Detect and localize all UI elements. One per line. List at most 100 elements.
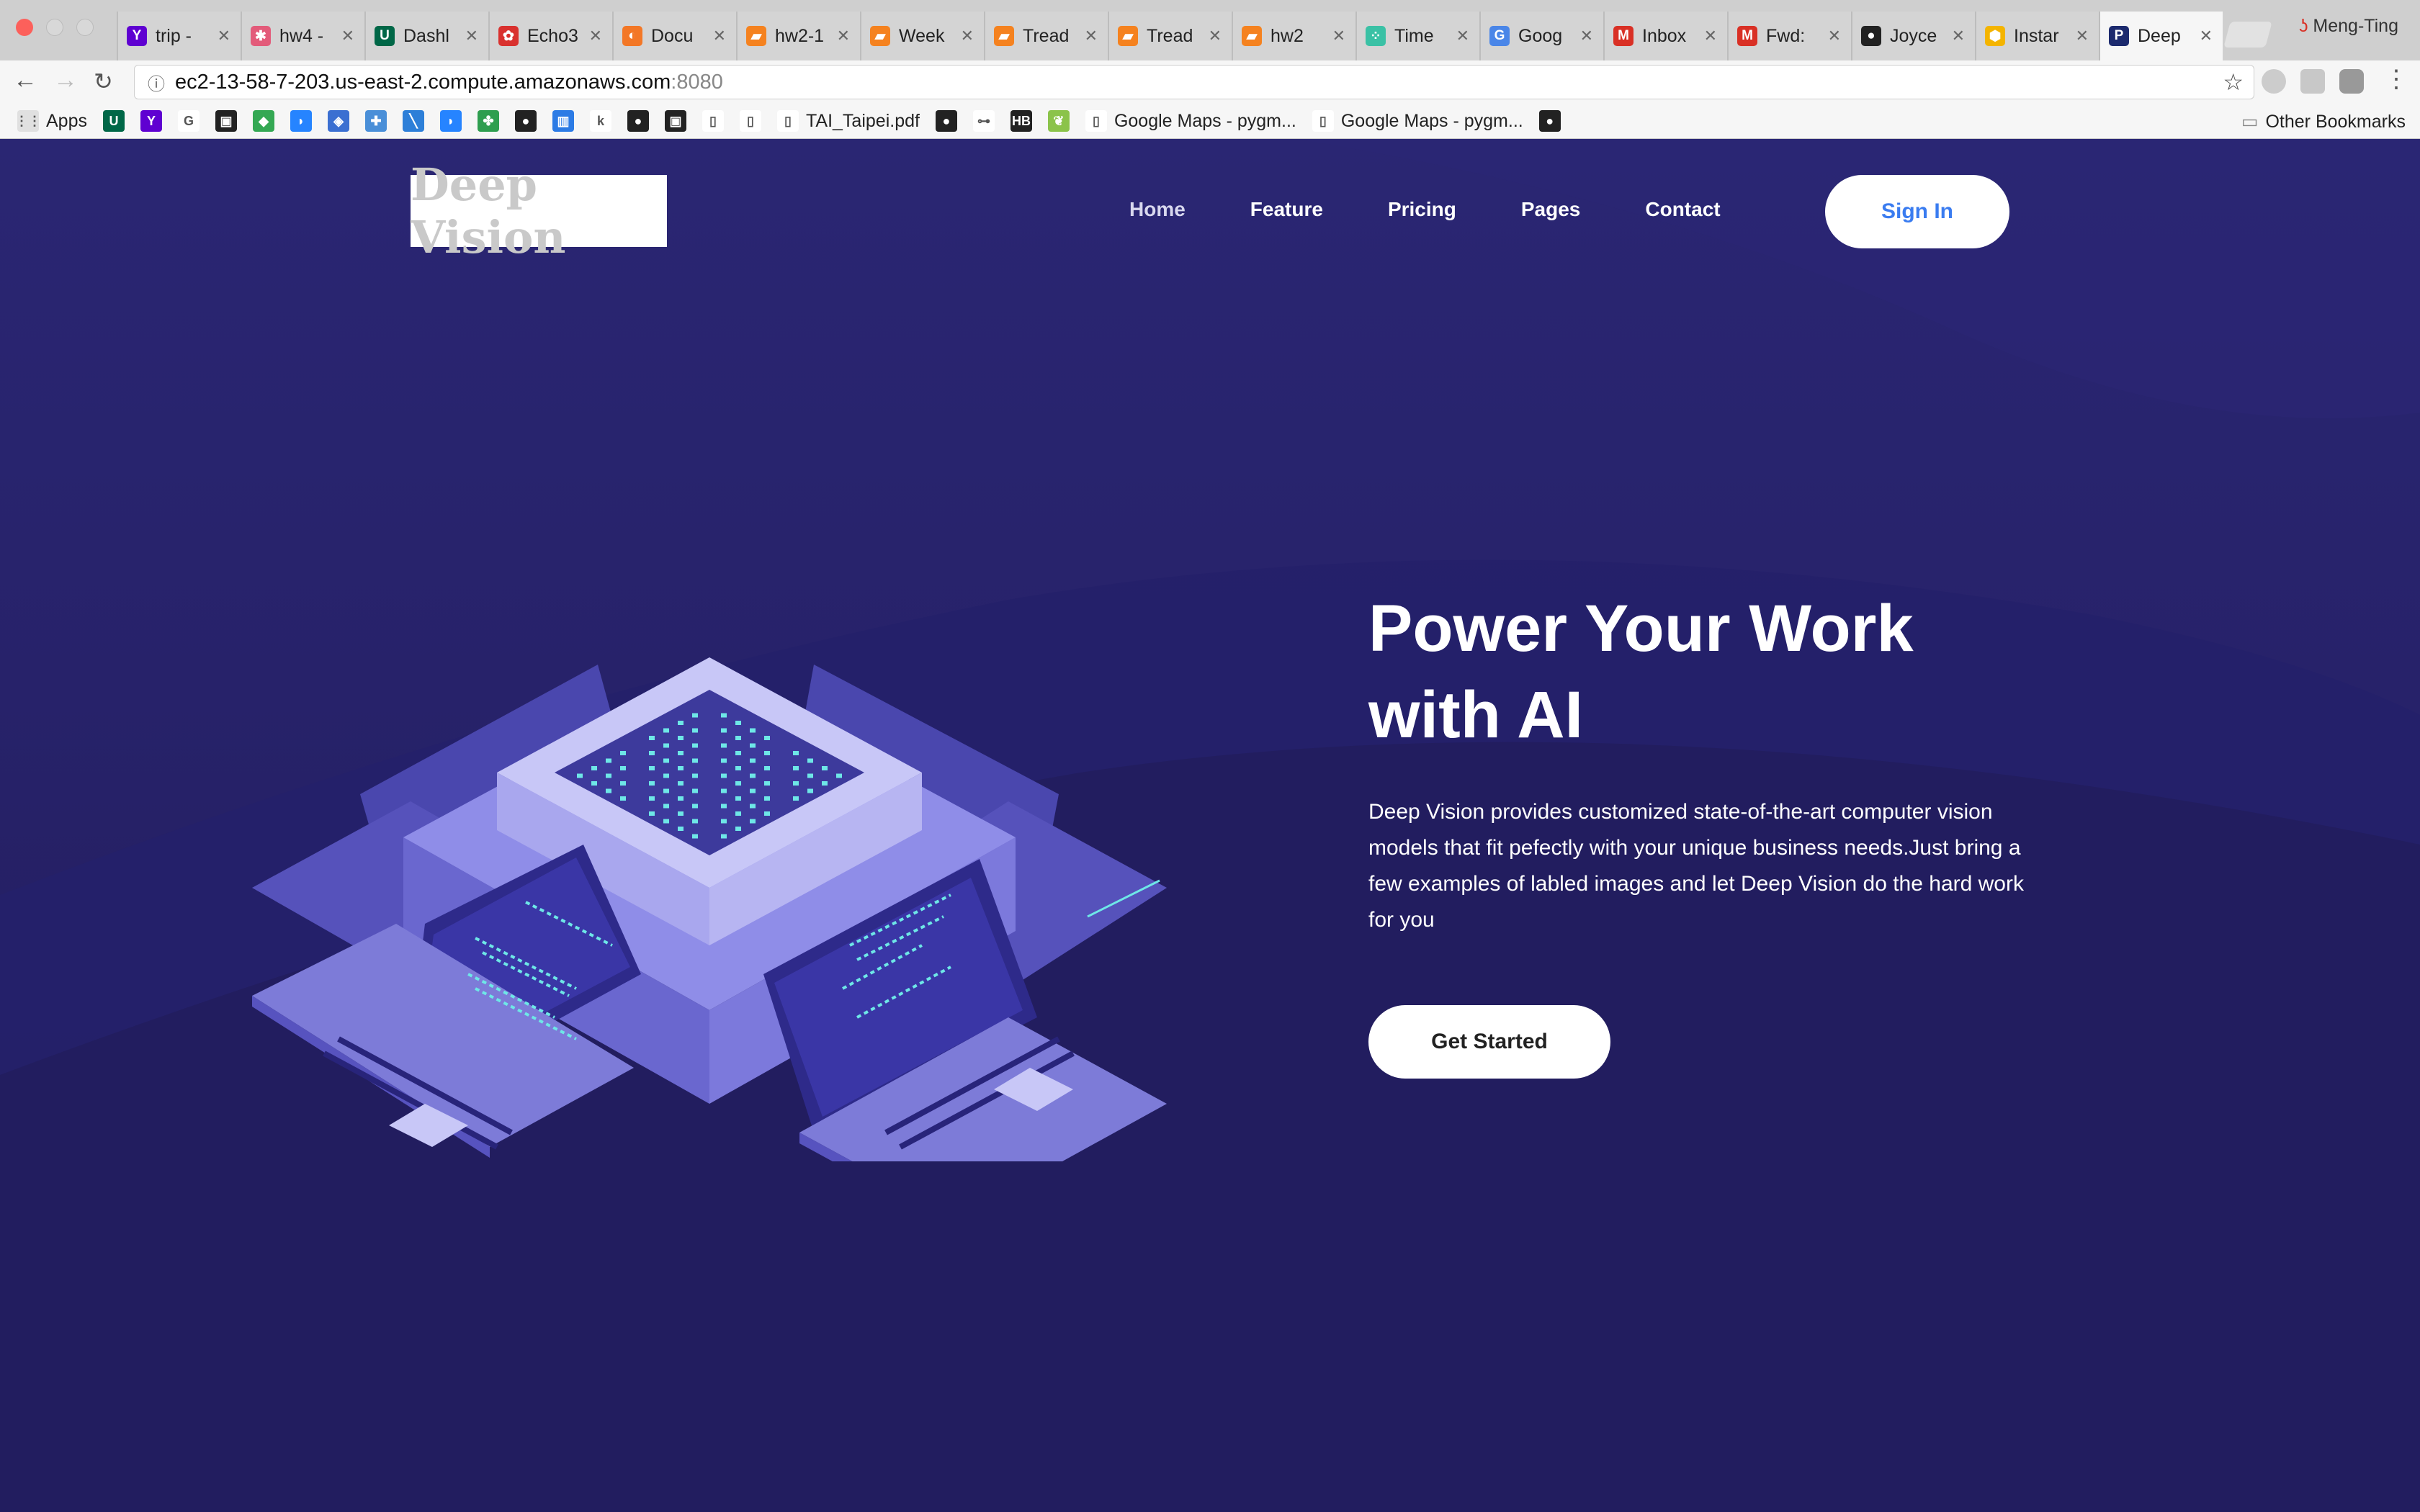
bookmark-item[interactable]: ◗	[290, 110, 312, 132]
tab-close-icon[interactable]: ✕	[713, 27, 726, 45]
led-dot	[678, 811, 684, 816]
bookmark-item[interactable]: ❦	[1047, 110, 1070, 132]
bookmark-item[interactable]: ╲	[402, 110, 424, 132]
close-window-icon[interactable]	[16, 19, 33, 36]
tab-item[interactable]: ◐ Docu ✕	[612, 12, 736, 60]
tab-item[interactable]: G Goog ✕	[1479, 12, 1603, 60]
bookmark-item[interactable]: Y	[140, 110, 162, 132]
nav-home[interactable]: Home	[1129, 198, 1186, 221]
bookmark-item[interactable]: ▯	[739, 110, 761, 132]
profile-button[interactable]: ʖ Meng-Ting	[2299, 16, 2398, 37]
led-dot	[735, 796, 741, 801]
k-icon: k	[589, 110, 611, 132]
tab-item[interactable]: P Deep ✕	[2099, 12, 2223, 60]
bookmark-item[interactable]: ▯ TAI_Taipei.pdf	[776, 110, 920, 132]
led-dot	[793, 796, 799, 801]
bookmark-item[interactable]: U	[102, 110, 125, 132]
bookmark-item[interactable]: ▯ Google Maps - pygm...	[1085, 110, 1296, 132]
nav-pages[interactable]: Pages	[1521, 198, 1581, 221]
bookmark-item[interactable]: ●	[514, 110, 537, 132]
get-started-button[interactable]: Get Started	[1368, 1005, 1610, 1079]
menu-kebab-icon[interactable]: ⋮	[2384, 65, 2408, 94]
tab-close-icon[interactable]: ✕	[2076, 27, 2089, 45]
tab-close-icon[interactable]: ✕	[961, 27, 974, 45]
tab-item[interactable]: U Dashl ✕	[364, 12, 488, 60]
bookmark-item[interactable]: ◆	[252, 110, 274, 132]
hero-description: Deep Vision provides customized state-of…	[1368, 800, 2024, 932]
tab-item[interactable]: ⁘ Time ✕	[1355, 12, 1479, 60]
tab-close-icon[interactable]: ✕	[1456, 27, 1469, 45]
tab-close-icon[interactable]: ✕	[465, 27, 478, 45]
tab-item[interactable]: ▰ Tread ✕	[984, 12, 1108, 60]
tab-close-icon[interactable]: ✕	[1209, 27, 1222, 45]
bookmark-item[interactable]: G	[177, 110, 200, 132]
nav-pricing[interactable]: Pricing	[1388, 198, 1456, 221]
tab-item[interactable]: ▰ Tread ✕	[1108, 12, 1232, 60]
extension-line-icon[interactable]	[2339, 69, 2364, 94]
led-dot	[678, 736, 684, 740]
led-dot	[807, 773, 813, 778]
tab-item[interactable]: ▰ hw2 ✕	[1232, 12, 1355, 60]
tab-item[interactable]: ✿ Echo3 ✕	[488, 12, 612, 60]
bookmark-item[interactable]: ●	[627, 110, 649, 132]
tab-close-icon[interactable]: ✕	[1704, 27, 1717, 45]
nav-contact[interactable]: Contact	[1645, 198, 1720, 221]
bookmark-item[interactable]: ✚	[364, 110, 387, 132]
forward-icon[interactable]: →	[53, 66, 78, 94]
led-dot	[750, 728, 756, 733]
maximize-window-icon[interactable]	[76, 19, 94, 36]
tab-item[interactable]: M Inbox ✕	[1603, 12, 1727, 60]
chart-icon: ▥	[552, 110, 574, 132]
tab-close-icon[interactable]: ✕	[341, 27, 354, 45]
tab-close-icon[interactable]: ✕	[218, 27, 230, 45]
sign-in-button[interactable]: Sign In	[1825, 175, 2009, 248]
bookmark-star-icon[interactable]: ☆	[2223, 68, 2244, 96]
bookmark-item[interactable]: ▣	[664, 110, 686, 132]
bookmark-item[interactable]: k	[589, 110, 611, 132]
new-tab-button[interactable]	[2223, 22, 2272, 48]
url-port: :8080	[671, 70, 723, 94]
other-bookmarks[interactable]: ▭ Other Bookmarks	[2241, 111, 2406, 132]
bookmark-item[interactable]: ⊶	[972, 110, 995, 132]
tab-close-icon[interactable]: ✕	[1085, 27, 1098, 45]
led-dot	[750, 758, 756, 763]
led-dot	[807, 758, 813, 763]
bookmark-item[interactable]: ◈	[327, 110, 349, 132]
bookmark-item[interactable]: ⋮⋮ Apps	[15, 110, 87, 132]
extension-circle-icon[interactable]	[2262, 69, 2286, 94]
tab-item[interactable]: Ytrip - ✕	[117, 12, 241, 60]
tab-close-icon[interactable]: ✕	[1828, 27, 1841, 45]
bookmark-item[interactable]: ▣	[215, 110, 237, 132]
nav-feature[interactable]: Feature	[1250, 198, 1323, 221]
bookmark-item[interactable]: HB	[1010, 110, 1032, 132]
tab-close-icon[interactable]: ✕	[1952, 27, 1965, 45]
tab-item[interactable]: ▰ hw2-1 ✕	[736, 12, 860, 60]
tab-item[interactable]: ⬢ Instar ✕	[1975, 12, 2099, 60]
back-icon[interactable]: ←	[13, 66, 37, 94]
extension-k-icon[interactable]	[2300, 69, 2325, 94]
site-logo[interactable]: Deep Vision	[411, 158, 667, 264]
tab-close-icon[interactable]: ✕	[1332, 27, 1345, 45]
tab-item[interactable]: ▰ Week ✕	[860, 12, 984, 60]
bookmark-item[interactable]: ●	[935, 110, 957, 132]
bookmark-item[interactable]: ●	[1538, 110, 1561, 132]
minimize-window-icon[interactable]	[46, 19, 63, 36]
bookmark-item[interactable]: ◗	[439, 110, 462, 132]
tab-list: Ytrip - ✕ ✱ hw4 - ✕ U Dashl ✕ ✿ Echo3 ✕ ◐ Docu ✕ ▰ hw2-…	[117, 12, 2223, 60]
tab-close-icon[interactable]: ✕	[1580, 27, 1593, 45]
address-bar[interactable]: ⓘ ec2-13-58-7-203.us-east-2.compute.amaz…	[134, 65, 2254, 99]
tab-item[interactable]: ● Joyce ✕	[1851, 12, 1975, 60]
bookmark-item[interactable]: ▯	[702, 110, 724, 132]
tab-item[interactable]: M Fwd: ✕	[1727, 12, 1851, 60]
tab-close-icon[interactable]: ✕	[589, 27, 602, 45]
bookmark-item[interactable]: ▥	[552, 110, 574, 132]
bookmark-item[interactable]: ✤	[477, 110, 499, 132]
bookmark-item[interactable]: ▯ Google Maps - pygm...	[1312, 110, 1523, 132]
tab-close-icon[interactable]: ✕	[837, 27, 850, 45]
tab-item[interactable]: ✱ hw4 - ✕	[241, 12, 364, 60]
reload-icon[interactable]: ↻	[94, 68, 113, 95]
tab-close-icon[interactable]: ✕	[2200, 27, 2213, 45]
led-dot	[735, 766, 741, 770]
bookmark-label: Google Maps - pygm...	[1340, 110, 1523, 131]
led-dot	[577, 773, 583, 778]
